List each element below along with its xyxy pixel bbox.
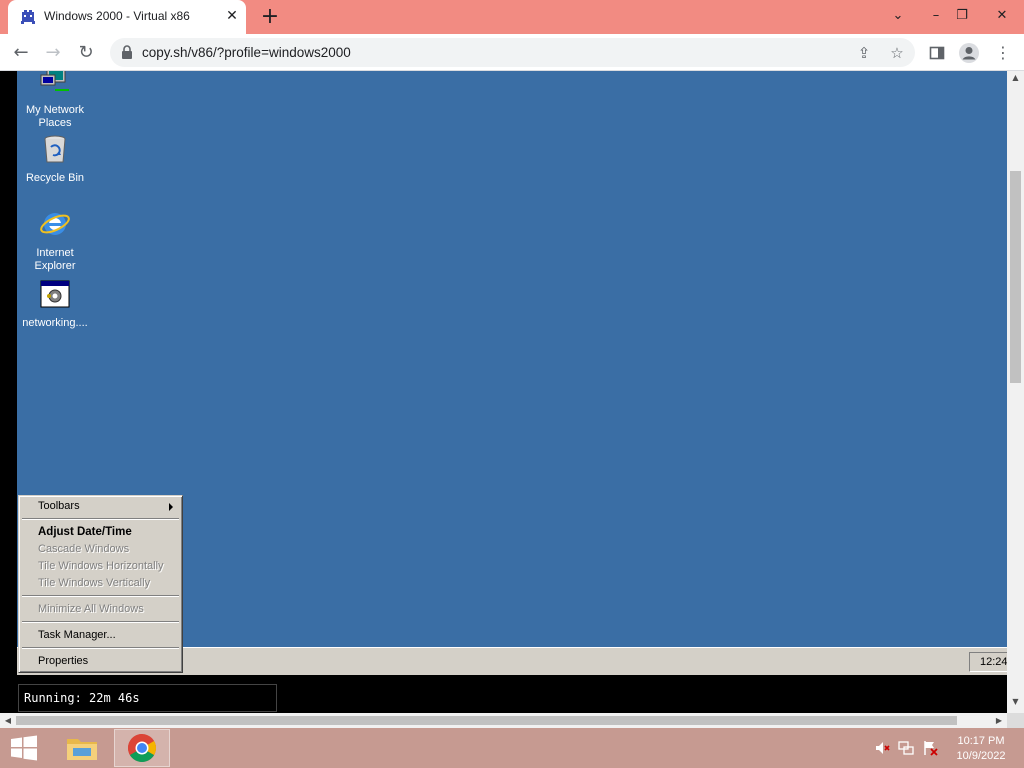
menu-item-label: Cascade Windows [38,543,130,555]
guest-clock[interactable]: 12:24 [980,656,1007,668]
scroll-up-arrow-icon[interactable]: ▲ [1007,71,1024,85]
menu-item-label: Minimize All Windows [38,603,144,615]
horizontal-scroll-thumb[interactable] [16,716,957,725]
desktop-icon-internet-explorer[interactable]: Internet Explorer [17,208,93,273]
menu-item-label: Toolbars [38,500,80,512]
vertical-scroll-thumb[interactable] [1010,171,1021,383]
chrome-icon [128,734,156,762]
tab-title: Windows 2000 - Virtual x86 [44,9,190,23]
volume-muted-icon[interactable] [874,740,890,756]
menu-item-tile-vertically[interactable]: Tile Windows Vertically [22,575,179,592]
desktop-icon-label: Recycle Bin [25,172,85,184]
menu-item-properties[interactable]: Properties [22,653,179,670]
recycle-bin-icon [44,135,66,163]
network-icon[interactable] [898,740,914,756]
side-panel-icon[interactable] [924,40,950,66]
forward-arrow-icon[interactable]: → [40,40,66,66]
host-time: 10:17 PM [957,735,1005,747]
new-tab-button[interactable]: + [258,6,282,28]
page-viewport: My Network Places Recycle Bin Internet E… [0,71,1024,728]
v86-favicon-icon [21,10,35,24]
menu-item-minimize-all[interactable]: Minimize All Windows [22,601,179,618]
desktop-icon-label: My Network Places [25,104,85,129]
close-window-button[interactable]: ✕ [990,4,1014,28]
menu-item-toolbars[interactable]: Toolbars [22,498,179,515]
scroll-down-arrow-icon[interactable]: ▼ [1007,695,1024,709]
scroll-right-arrow-icon[interactable]: ▶ [991,713,1007,728]
profile-avatar-icon[interactable] [956,40,982,66]
tab-close-icon[interactable]: ✕ [224,8,240,24]
menu-item-label: Tile Windows Horizontally [38,560,164,572]
scrollbar-corner [1007,713,1024,728]
chrome-button[interactable] [114,729,170,767]
file-explorer-icon [67,739,97,760]
menu-separator [22,518,179,520]
menu-item-task-manager[interactable]: Task Manager... [22,627,179,644]
lock-icon [122,45,132,59]
menu-item-adjust-date-time[interactable]: Adjust Date/Time [22,524,179,541]
submenu-arrow-icon [169,503,173,511]
host-clock[interactable]: 10:17 PM 10/9/2022 [946,734,1016,764]
horizontal-scrollbar[interactable]: ◀ ▶ [0,713,1007,728]
setup-program-icon [40,280,70,308]
file-explorer-button[interactable] [55,729,111,767]
url-text: copy.sh/v86/?profile=windows2000 [142,45,351,60]
reload-icon[interactable]: ↻ [73,40,99,66]
menu-item-tile-horizontally[interactable]: Tile Windows Horizontally [22,558,179,575]
desktop-icon-recycle-bin[interactable]: Recycle Bin [17,133,93,185]
vertical-scrollbar[interactable]: ▲ ▼ [1007,71,1024,713]
menu-separator [22,595,179,597]
emulator-screen[interactable]: My Network Places Recycle Bin Internet E… [17,71,1007,675]
tab-search-chevron-icon[interactable]: ⌄ [886,4,910,28]
browser-tab-strip: Windows 2000 - Virtual x86 ✕ + ⌄ – ❐ ✕ [0,0,1024,34]
menu-item-label: Tile Windows Vertically [38,577,151,589]
menu-item-label: Task Manager... [38,629,116,641]
host-taskbar: 10:17 PM 10/9/2022 [0,728,1024,768]
internet-explorer-icon [40,213,70,235]
menu-item-label: Adjust Date/Time [38,526,132,538]
action-center-icon[interactable] [922,740,938,756]
minimize-window-button[interactable]: – [924,4,948,28]
bookmark-star-icon[interactable]: ☆ [886,42,908,64]
browser-tab[interactable]: Windows 2000 - Virtual x86 ✕ [8,0,246,34]
desktop-icon-label: Internet Explorer [34,247,76,272]
kebab-menu-icon[interactable]: ⋮ [990,40,1016,66]
share-icon[interactable]: ⇪ [853,42,875,64]
scroll-left-arrow-icon[interactable]: ◀ [0,713,16,728]
menu-item-label: Properties [38,655,89,667]
menu-item-cascade-windows[interactable]: Cascade Windows [22,541,179,558]
network-places-icon [40,71,69,91]
desktop-icon-label: networking.... [22,317,88,329]
taskbar-context-menu: Toolbars Adjust Date/Time Cascade Window… [18,495,183,673]
start-button[interactable] [0,729,56,767]
emulator-status: Running: 22m 46s [18,684,277,712]
menu-separator [22,647,179,649]
desktop-icon-my-network-places[interactable]: My Network Places [17,71,93,130]
restore-window-button[interactable]: ❐ [950,4,974,28]
menu-separator [22,621,179,623]
address-bar[interactable]: copy.sh/v86/?profile=windows2000 ⇪ ☆ [110,38,915,67]
desktop-icon-networking[interactable]: networking.... [17,278,93,330]
start-icon [11,735,37,761]
back-arrow-icon[interactable]: ← [8,40,34,66]
guest-system-tray: 12:24 [969,652,1007,672]
host-date: 10/9/2022 [956,750,1006,762]
browser-toolbar: ← → ↻ copy.sh/v86/?profile=windows2000 ⇪… [0,34,1024,71]
